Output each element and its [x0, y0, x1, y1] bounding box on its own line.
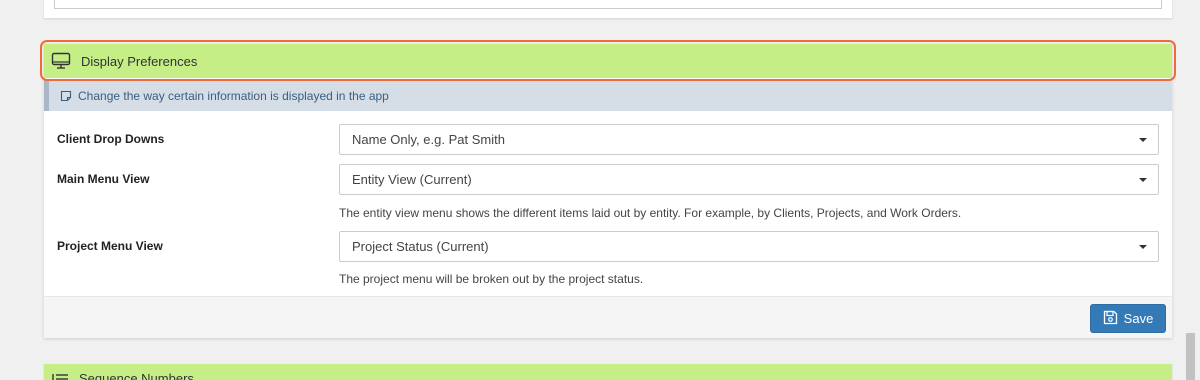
client-drop-downs-label: Client Drop Downs [57, 132, 165, 146]
card-footer: Save [44, 296, 1172, 338]
list-icon [52, 372, 70, 380]
client-drop-downs-value: Name Only, e.g. Pat Smith [352, 132, 505, 147]
monitor-icon [50, 51, 72, 71]
main-menu-view-help: The entity view menu shows the different… [339, 206, 962, 220]
scrollbar-thumb[interactable] [1186, 333, 1195, 380]
caret-down-icon [1139, 178, 1147, 182]
display-preferences-header[interactable]: Display Preferences [44, 44, 1172, 78]
save-button[interactable]: Save [1090, 304, 1166, 333]
project-menu-view-help: The project menu will be broken out by t… [339, 272, 644, 286]
sequence-numbers-title: Sequence Numbers [79, 371, 194, 380]
previous-section-field [54, 0, 1162, 9]
main-menu-view-value: Entity View (Current) [352, 172, 472, 187]
project-menu-view-select[interactable]: Project Status (Current) [339, 231, 1159, 262]
main-menu-view-label: Main Menu View [57, 172, 150, 186]
project-menu-view-label: Project Menu View [57, 239, 163, 253]
info-bar: Change the way certain information is di… [44, 80, 1172, 111]
display-preferences-card: Display Preferences Change the way certa… [44, 44, 1172, 338]
main-menu-view-select[interactable]: Entity View (Current) [339, 164, 1159, 195]
note-icon [60, 90, 72, 102]
client-drop-downs-select[interactable]: Name Only, e.g. Pat Smith [339, 124, 1159, 155]
previous-section-card [44, 0, 1172, 18]
save-label: Save [1123, 311, 1154, 326]
floppy-disk-icon [1103, 310, 1118, 328]
info-text: Change the way certain information is di… [78, 88, 389, 103]
caret-down-icon [1139, 245, 1147, 249]
sequence-numbers-header[interactable]: Sequence Numbers [44, 364, 1172, 380]
display-preferences-title: Display Preferences [81, 53, 198, 69]
project-menu-view-value: Project Status (Current) [352, 239, 489, 254]
caret-down-icon [1139, 138, 1147, 142]
